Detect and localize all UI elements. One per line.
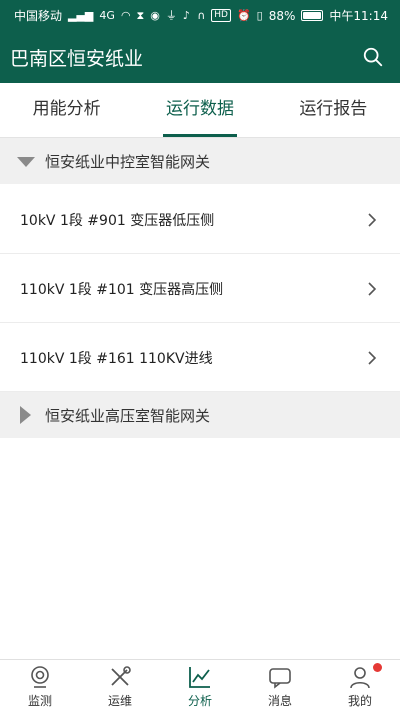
nav-analysis[interactable]: 分析 xyxy=(160,660,240,711)
nav-label: 消息 xyxy=(267,694,292,708)
browser-icon: ◉ xyxy=(150,8,160,22)
hourglass-icon: ⧗ xyxy=(136,8,145,22)
tab-label: 用能分析 xyxy=(32,99,101,119)
list-item-label: 110kV 1段 #101 变压器高压侧 xyxy=(20,282,224,298)
tab-bar: 用能分析 运行数据 运行报告 xyxy=(0,83,400,138)
gateway-group-control-room[interactable]: 恒安纸业中控室智能网关 xyxy=(0,138,400,184)
hd-badge: HD xyxy=(211,9,231,22)
nav-label: 我的 xyxy=(347,694,372,708)
status-bar: 中国移动 ▂▄▆ 4G ◠ ⧗ ◉ ⏚ ♪ ∩ HD ⏰ ▯ 88% 中午11:… xyxy=(0,0,400,30)
app-bar: 巴南区恒安纸业 xyxy=(0,30,400,83)
page-title: 巴南区恒安纸业 xyxy=(10,48,144,70)
expand-triangle-icon xyxy=(20,406,31,424)
tab-operation-data[interactable]: 运行数据 xyxy=(133,83,266,137)
signal-badge: 4G xyxy=(99,8,115,22)
chevron-right-icon xyxy=(368,351,377,365)
wifi-icon: ◠ xyxy=(120,8,131,22)
chevron-right-icon xyxy=(368,213,377,227)
notification-dot xyxy=(373,663,382,672)
tiktok-icon: ♪ xyxy=(182,8,190,22)
tab-label: 运行报告 xyxy=(299,99,368,119)
list-item-label: 10kV 1段 #901 变压器低压侧 xyxy=(20,213,215,229)
nav-label: 监测 xyxy=(27,694,52,708)
group-label: 恒安纸业中控室智能网关 xyxy=(45,153,211,171)
chevron-right-icon xyxy=(368,282,377,296)
alarm-icon: ⏰ xyxy=(236,8,251,22)
chart-icon xyxy=(189,667,210,688)
list-item[interactable]: 110kV 1段 #101 变压器高压侧 xyxy=(0,255,400,323)
nav-maintenance[interactable]: 运维 xyxy=(80,660,160,711)
tab-operation-report[interactable]: 运行报告 xyxy=(267,83,400,137)
message-icon xyxy=(269,668,291,689)
tools-icon xyxy=(111,666,131,686)
list-item[interactable]: 110kV 1段 #161 110KV进线 xyxy=(0,324,400,392)
group-label: 恒安纸业高压室智能网关 xyxy=(45,407,211,425)
nav-label: 分析 xyxy=(187,694,212,708)
tab-label: 运行数据 xyxy=(165,99,234,119)
user-icon xyxy=(350,667,370,689)
signal-icon: ▂▄▆ xyxy=(68,8,94,22)
gateway-group-high-voltage-room[interactable]: 恒安纸业高压室智能网关 xyxy=(0,392,400,438)
monitor-icon xyxy=(31,666,49,688)
carrier-label: 中国移动 xyxy=(14,9,63,23)
battery-percent: 88% xyxy=(268,8,296,23)
nav-label: 运维 xyxy=(107,694,132,708)
usb-icon: ⏚ xyxy=(165,8,177,22)
tab-energy-analysis[interactable]: 用能分析 xyxy=(0,83,133,137)
clock: 中午11:14 xyxy=(329,9,388,23)
list-item-label: 110kV 1段 #161 110KV进线 xyxy=(20,351,213,367)
vibrate-icon: ▯ xyxy=(256,8,263,22)
status-left: 中国移动 ▂▄▆ 4G ◠ ⧗ ◉ ⏚ ♪ xyxy=(14,7,190,24)
battery-fill xyxy=(303,12,321,19)
bottom-navigation: 监测 运维 分析 消息 我的 xyxy=(0,659,400,711)
nav-profile[interactable]: 我的 xyxy=(320,660,400,711)
search-icon[interactable] xyxy=(362,46,384,68)
status-right: ∩ HD ⏰ ▯ 88% 中午11:14 xyxy=(197,7,388,24)
active-tab-indicator xyxy=(163,134,237,137)
nav-messages[interactable]: 消息 xyxy=(240,660,320,711)
collapse-triangle-icon xyxy=(17,157,35,167)
list-item[interactable]: 10kV 1段 #901 变压器低压侧 xyxy=(0,186,400,254)
headphone-icon: ∩ xyxy=(197,8,206,22)
nav-monitor[interactable]: 监测 xyxy=(0,660,80,711)
battery-icon xyxy=(301,10,324,21)
